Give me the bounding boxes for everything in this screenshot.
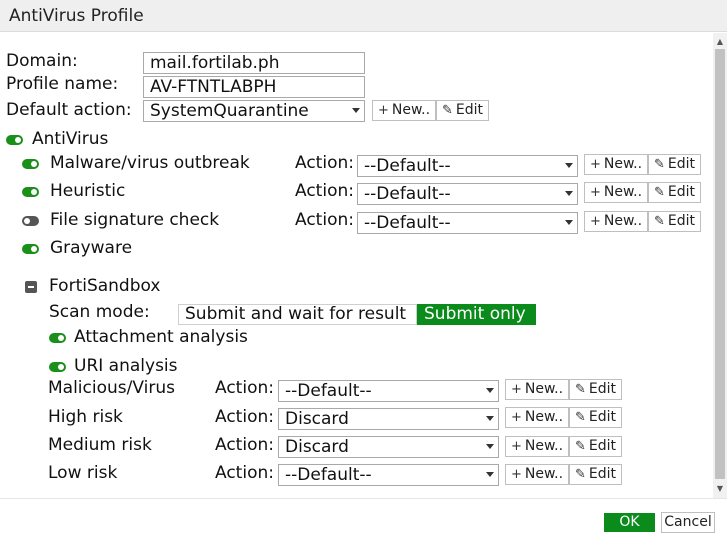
scroll-down-icon[interactable]: ▼	[715, 484, 725, 494]
action-label: Action:	[295, 153, 354, 173]
malware-outbreak-toggle[interactable]	[22, 159, 39, 169]
scan-mode-submit-and-wait[interactable]: Submit and wait for result	[178, 304, 417, 325]
edit-icon: ✎	[575, 410, 586, 425]
plus-icon: +	[378, 103, 389, 118]
high-risk-action-select[interactable]: Discard	[278, 408, 499, 430]
high-risk-edit-button[interactable]: ✎ Edit	[569, 407, 623, 428]
domain-field[interactable]: mail.fortilab.ph	[143, 52, 365, 74]
cancel-button[interactable]: Cancel	[661, 512, 715, 533]
action-label: Action:	[295, 181, 354, 201]
medium-risk-edit-button[interactable]: ✎ Edit	[569, 436, 623, 457]
malicious-virus-label: Malicious/Virus	[48, 378, 175, 398]
uri-analysis-toggle[interactable]	[49, 362, 66, 372]
default-action-label: Default action:	[6, 100, 132, 120]
heuristic-new-button[interactable]: + New..	[584, 182, 649, 203]
file-signature-label: File signature check	[50, 210, 220, 230]
chevron-down-icon	[565, 220, 573, 225]
high-risk-label: High risk	[48, 407, 123, 427]
malware-outbreak-action-select[interactable]: --Default--	[357, 155, 578, 177]
chevron-down-icon	[352, 108, 360, 113]
scan-mode-label: Scan mode:	[49, 302, 150, 322]
ok-button[interactable]: OK	[604, 513, 655, 532]
edit-icon: ✎	[575, 382, 586, 397]
malware-outbreak-edit-button[interactable]: ✎ Edit	[648, 154, 702, 175]
action-label: Action:	[215, 435, 274, 455]
dialog-title: AntiVirus Profile	[9, 6, 144, 26]
edit-icon: ✎	[654, 157, 665, 172]
chevron-down-icon	[565, 163, 573, 168]
uri-analysis-label: URI analysis	[74, 356, 178, 376]
plus-icon: +	[511, 410, 522, 425]
chevron-down-icon	[486, 472, 494, 477]
low-risk-edit-button[interactable]: ✎ Edit	[569, 464, 623, 485]
malicious-virus-new-button[interactable]: + New..	[505, 379, 570, 400]
low-risk-new-button[interactable]: + New..	[505, 464, 570, 485]
profile-name-value: AV-FTNTLABPH	[150, 77, 277, 97]
plus-icon: +	[590, 214, 601, 229]
scroll-up-icon[interactable]: ▲	[715, 37, 725, 47]
plus-icon: +	[590, 185, 601, 200]
medium-risk-label: Medium risk	[48, 435, 152, 455]
heuristic-action-select[interactable]: --Default--	[357, 183, 578, 205]
action-label: Action:	[215, 407, 274, 427]
edit-icon: ✎	[654, 185, 665, 200]
heuristic-edit-button[interactable]: ✎ Edit	[648, 182, 702, 203]
edit-icon: ✎	[442, 103, 453, 118]
domain-value: mail.fortilab.ph	[150, 53, 280, 73]
malware-outbreak-label: Malware/virus outbreak	[50, 153, 250, 173]
malware-outbreak-new-button[interactable]: + New..	[584, 154, 649, 175]
medium-risk-action-select[interactable]: Discard	[278, 436, 499, 458]
title-bar: AntiVirus Profile	[0, 0, 727, 32]
default-action-select[interactable]: SystemQuarantine	[143, 100, 365, 122]
dialog-content: Domain: mail.fortilab.ph Profile name: A…	[0, 33, 713, 498]
collapse-icon[interactable]	[25, 281, 37, 293]
chevron-down-icon	[565, 191, 573, 196]
chevron-down-icon	[486, 444, 494, 449]
attachment-analysis-label: Attachment analysis	[74, 327, 248, 347]
plus-icon: +	[511, 439, 522, 454]
high-risk-new-button[interactable]: + New..	[505, 407, 570, 428]
profile-name-label: Profile name:	[6, 74, 119, 94]
profile-name-field[interactable]: AV-FTNTLABPH	[143, 76, 365, 98]
attachment-analysis-toggle[interactable]	[49, 333, 66, 343]
malicious-virus-edit-button[interactable]: ✎ Edit	[569, 379, 623, 400]
file-signature-new-button[interactable]: + New..	[584, 211, 649, 232]
fortisandbox-label: FortiSandbox	[49, 276, 161, 296]
default-action-new-button[interactable]: + New..	[372, 100, 437, 121]
scrollbar-thumb[interactable]	[715, 49, 725, 479]
low-risk-action-select[interactable]: --Default--	[278, 464, 499, 486]
plus-icon: +	[511, 382, 522, 397]
default-action-edit-button[interactable]: ✎ Edit	[436, 100, 490, 121]
heuristic-label: Heuristic	[50, 181, 126, 201]
action-label: Action:	[295, 210, 354, 230]
domain-label: Domain:	[6, 51, 78, 71]
action-label: Action:	[215, 463, 274, 483]
action-label: Action:	[215, 378, 274, 398]
edit-icon: ✎	[575, 467, 586, 482]
edit-icon: ✎	[654, 214, 665, 229]
grayware-toggle[interactable]	[22, 244, 39, 254]
antivirus-label: AntiVirus	[32, 129, 109, 149]
scan-mode-submit-only[interactable]: Submit only	[417, 304, 536, 325]
dialog-footer: OK Cancel	[0, 498, 727, 538]
grayware-label: Grayware	[50, 238, 133, 258]
chevron-down-icon	[486, 416, 494, 421]
vertical-scrollbar[interactable]: ▲ ▼	[713, 33, 727, 498]
malicious-virus-action-select[interactable]: --Default--	[278, 380, 499, 402]
file-signature-edit-button[interactable]: ✎ Edit	[648, 211, 702, 232]
default-action-value: SystemQuarantine	[150, 101, 309, 121]
chevron-down-icon	[486, 388, 494, 393]
plus-icon: +	[590, 157, 601, 172]
file-signature-toggle[interactable]	[22, 216, 39, 226]
edit-icon: ✎	[575, 439, 586, 454]
antivirus-toggle[interactable]	[6, 135, 23, 145]
heuristic-toggle[interactable]	[22, 187, 39, 197]
medium-risk-new-button[interactable]: + New..	[505, 436, 570, 457]
file-signature-action-select[interactable]: --Default--	[357, 212, 578, 234]
plus-icon: +	[511, 467, 522, 482]
low-risk-label: Low risk	[48, 463, 118, 483]
antivirus-profile-dialog: AntiVirus Profile Domain: mail.fortilab.…	[0, 0, 727, 538]
